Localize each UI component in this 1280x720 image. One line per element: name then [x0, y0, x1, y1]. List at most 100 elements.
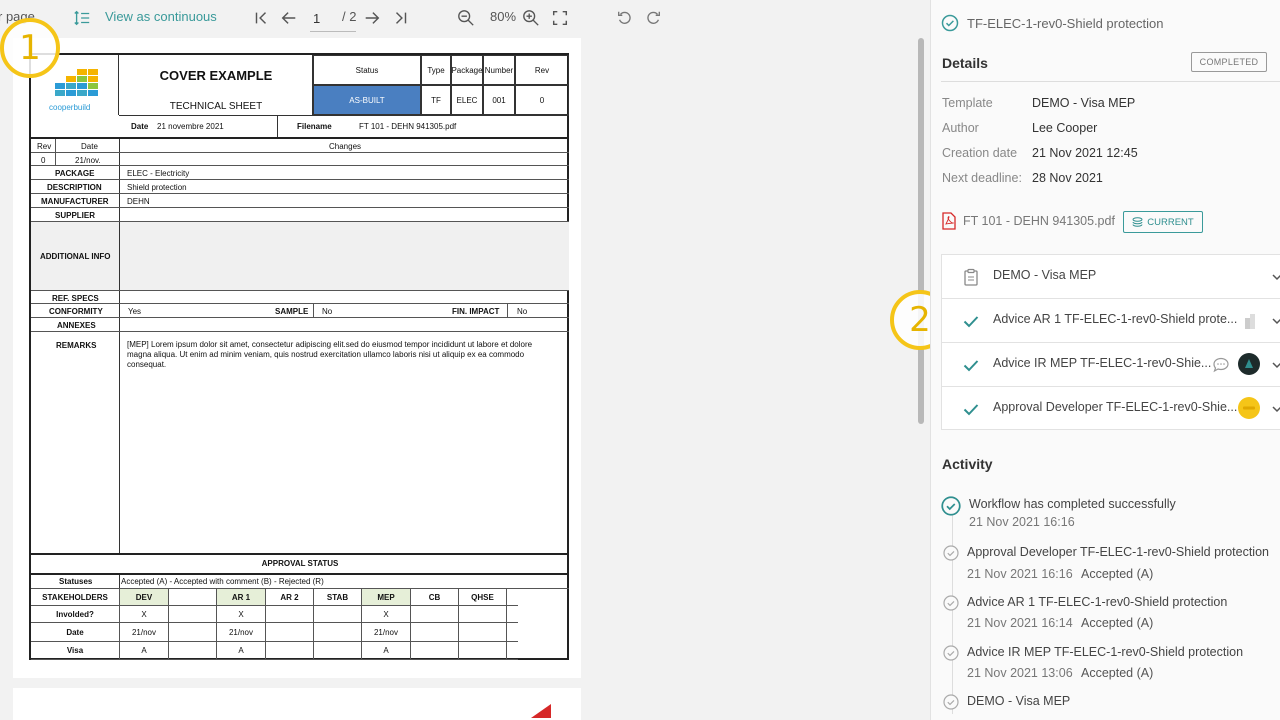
- approval-cell: AR 1: [216, 589, 265, 606]
- check-circle-icon: [943, 595, 959, 611]
- chevron-down-icon[interactable]: [1270, 270, 1280, 284]
- approval-row-label: Visa: [31, 642, 119, 660]
- package-header: Package: [451, 55, 483, 85]
- rotate-right-icon[interactable]: [643, 8, 663, 28]
- activity-time: 21 Nov 2021 16:16: [969, 515, 1075, 529]
- rev-date: 21/nov.: [75, 156, 101, 165]
- fullscreen-icon[interactable]: [550, 8, 570, 28]
- activity-time: 21 Nov 2021 16:16: [967, 567, 1073, 581]
- statuses-label: Statuses: [59, 577, 93, 586]
- check-icon: [963, 360, 979, 372]
- next-page-icon[interactable]: [362, 8, 382, 28]
- changes-label: Changes: [329, 142, 362, 151]
- check-circle-icon: [941, 14, 959, 32]
- ref-specs-label: REF. SPECS: [52, 294, 99, 303]
- workflow-item[interactable]: Advice IR MEP TF-ELEC-1-rev0-Shie...: [941, 342, 1280, 386]
- document-title-text: TF-ELEC-1-rev0-Shield protection: [967, 15, 1164, 31]
- approval-cell: [410, 642, 458, 660]
- supplier-label: SUPPLIER: [55, 211, 96, 220]
- zoom-out-icon[interactable]: [456, 8, 476, 28]
- check-circle-icon: [941, 496, 961, 516]
- approval-cell: X: [361, 606, 410, 623]
- manufacturer-field: DEHN: [127, 197, 150, 206]
- zoom-in-icon[interactable]: [521, 8, 541, 28]
- manufacturer-label: MANUFACTURER: [41, 197, 109, 206]
- chevron-down-icon[interactable]: [1270, 358, 1280, 372]
- detail-key: Template: [942, 96, 993, 110]
- remarks-text: [MEP] Lorem ipsum dolor sit amet, consec…: [127, 340, 533, 369]
- workflow-item-label: Approval Developer TF-ELEC-1-rev0-Shie..…: [993, 400, 1238, 414]
- workflow-item-label: Advice IR MEP TF-ELEC-1-rev0-Shie...: [993, 356, 1212, 370]
- approval-cell: [168, 623, 216, 642]
- activity-title: Workflow has completed successfully: [969, 497, 1176, 511]
- approval-cell: DEV: [119, 589, 168, 606]
- document-viewer[interactable]: cooperbuild COVER EXAMPLE TECHNICAL SHEE…: [0, 38, 918, 720]
- detail-value: 21 Nov 2021 12:45: [1032, 146, 1138, 160]
- chevron-down-icon[interactable]: [1270, 314, 1280, 328]
- rotate-left-icon[interactable]: [615, 8, 635, 28]
- fin-impact-label: FIN. IMPACT: [452, 307, 500, 316]
- approval-row-label: STAKEHOLDERS: [31, 589, 119, 606]
- detail-value: Lee Cooper: [1032, 121, 1098, 135]
- approval-cell: X: [216, 606, 265, 623]
- approval-cell: A: [216, 642, 265, 660]
- clipboard-icon: [964, 268, 978, 286]
- annexes-label: ANNEXES: [57, 321, 96, 330]
- approval-cell: AR 2: [265, 589, 313, 606]
- approval-cell: 21/nov: [361, 623, 410, 642]
- approval-cell: [506, 589, 518, 606]
- workflow-item[interactable]: Advice AR 1 TF-ELEC-1-rev0-Shield prote.…: [941, 298, 1280, 342]
- viewer-scrollbar[interactable]: [918, 38, 924, 424]
- document-title: TF-ELEC-1-rev0-Shield protection: [941, 14, 1164, 32]
- continuous-view-icon[interactable]: [72, 8, 92, 28]
- description-label: DESCRIPTION: [47, 183, 102, 192]
- pdf-page-1: cooperbuild COVER EXAMPLE TECHNICAL SHEE…: [13, 38, 581, 678]
- current-version-label: CURRENT: [1147, 216, 1194, 228]
- check-icon: [963, 316, 979, 328]
- approval-cell: [458, 606, 506, 623]
- activity-time: 21 Nov 2021 13:06: [967, 666, 1073, 680]
- approval-cell: [168, 642, 216, 660]
- last-page-icon[interactable]: [391, 8, 411, 28]
- workflow-item-label: Advice AR 1 TF-ELEC-1-rev0-Shield prote.…: [993, 312, 1238, 326]
- cooperbuild-logo: [55, 69, 98, 96]
- activity-heading: Activity: [942, 456, 993, 472]
- approval-cell: [265, 623, 313, 642]
- approval-cell: MEP: [361, 589, 410, 606]
- workflow-item[interactable]: DEMO - Visa MEP: [941, 254, 1280, 298]
- view-as-continuous-button[interactable]: View as continuous: [105, 9, 217, 24]
- additional-info-label: ADDITIONAL INFO: [40, 252, 111, 261]
- developer-avatar[interactable]: [1238, 397, 1260, 419]
- approval-cell: [313, 642, 361, 660]
- approval-cell: 21/nov: [216, 623, 265, 642]
- type-header: Type: [421, 55, 451, 85]
- title-cell: COVER EXAMPLE TECHNICAL SHEET: [119, 55, 313, 115]
- approval-cell: [506, 606, 518, 623]
- type-value: TF: [421, 85, 451, 115]
- fin-impact-value: No: [517, 307, 528, 316]
- date-label: Date: [131, 122, 149, 131]
- workflow-list: DEMO - Visa MEP Advice AR 1 TF-ELEC-1-re…: [941, 254, 1280, 430]
- detail-value: 28 Nov 2021: [1032, 171, 1103, 185]
- first-page-icon[interactable]: [251, 8, 271, 28]
- status-header: Status: [313, 55, 421, 85]
- approval-cell: [313, 623, 361, 642]
- file-row[interactable]: FT 101 - DEHN 941305.pdf: [941, 212, 1115, 230]
- approval-cell: STAB: [313, 589, 361, 606]
- previous-page-icon[interactable]: [279, 8, 299, 28]
- step-badge-1: 1: [0, 18, 60, 78]
- activity-title: Advice AR 1 TF-ELEC-1-rev0-Shield protec…: [967, 595, 1228, 609]
- rev-number: 0: [41, 156, 46, 165]
- activity-title: DEMO - Visa MEP: [967, 694, 1071, 708]
- page-2-logo-icon: [531, 704, 551, 718]
- activity-status: Accepted (A): [1081, 616, 1154, 630]
- workflow-item[interactable]: Approval Developer TF-ELEC-1-rev0-Shie..…: [941, 386, 1280, 430]
- approval-cell: [506, 623, 518, 642]
- chevron-down-icon[interactable]: [1270, 402, 1280, 416]
- user-avatar[interactable]: [1238, 353, 1260, 375]
- file-name[interactable]: FT 101 - DEHN 941305.pdf: [963, 214, 1115, 228]
- workflow-item-label: DEMO - Visa MEP: [993, 268, 1097, 282]
- check-circle-icon: [943, 645, 959, 661]
- approval-cell: [458, 623, 506, 642]
- comment-icon[interactable]: [1212, 356, 1230, 374]
